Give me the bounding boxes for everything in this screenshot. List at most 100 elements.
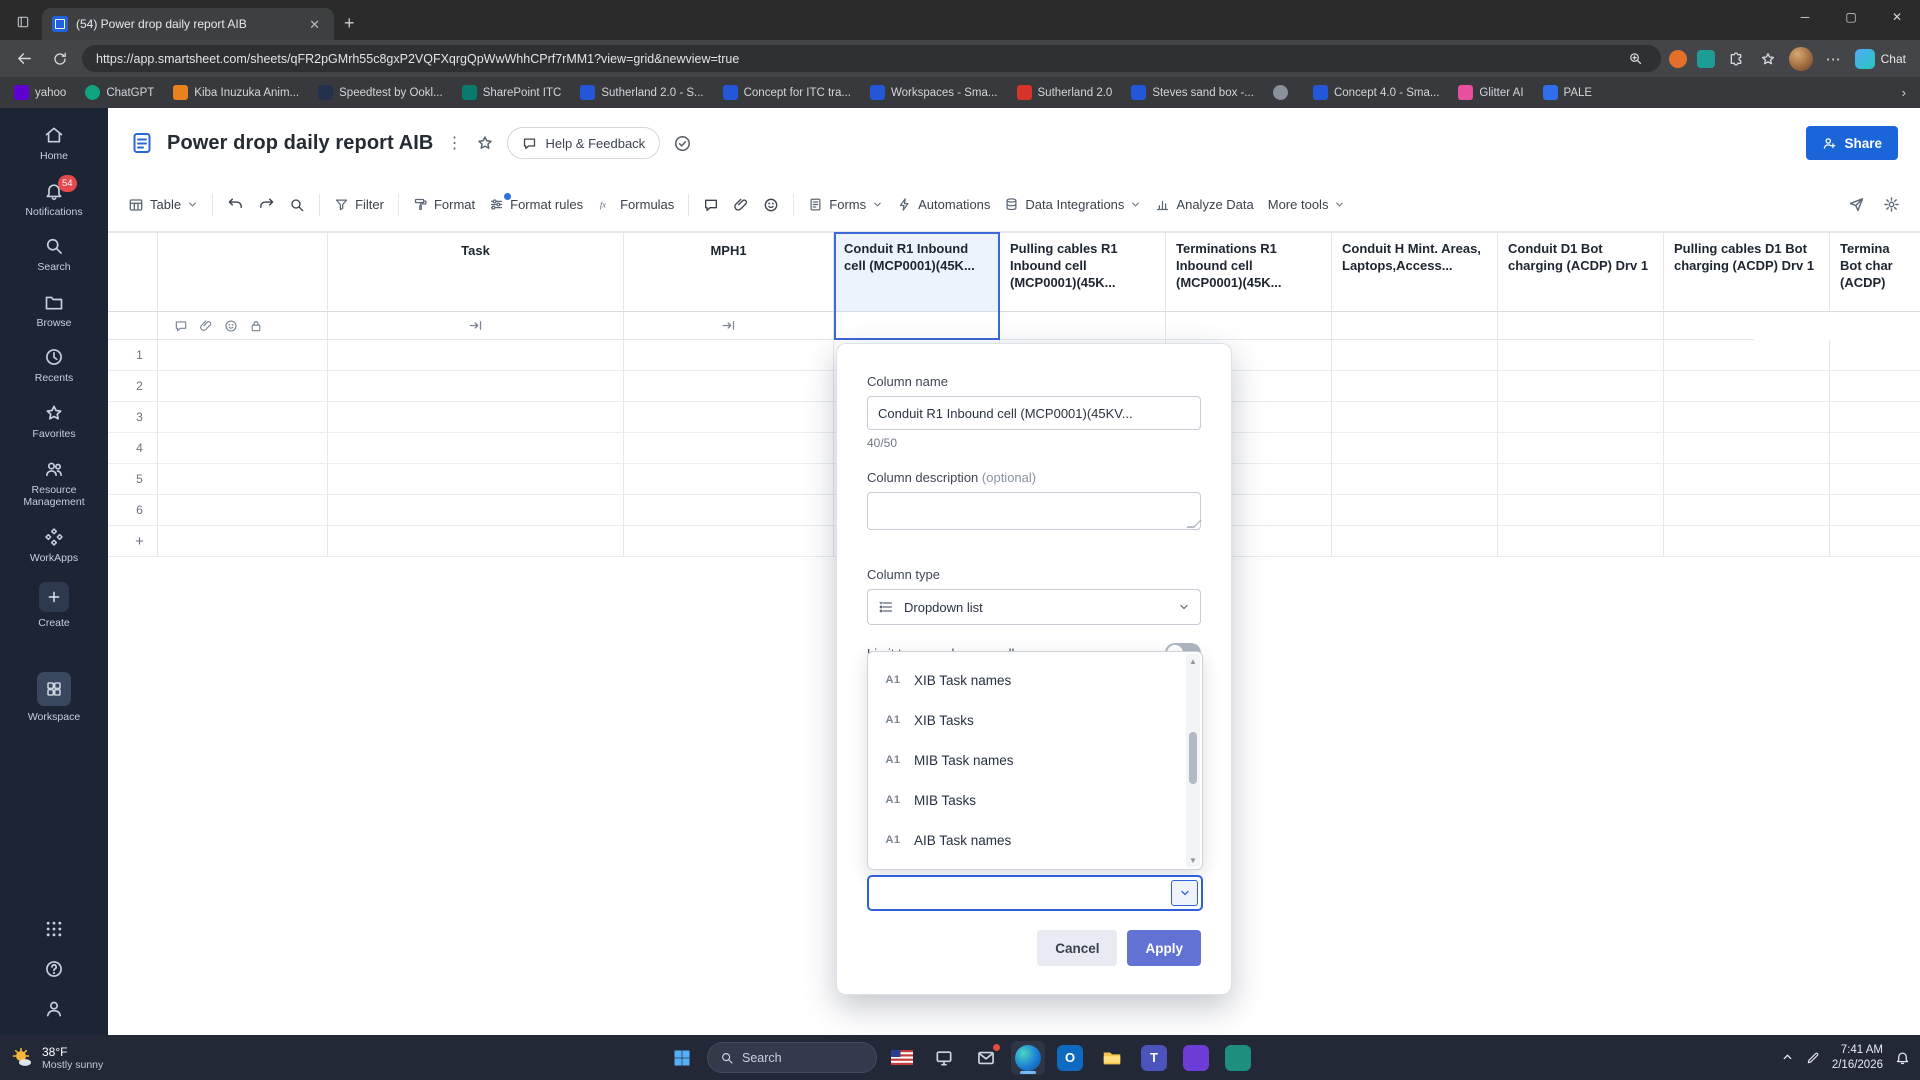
forms-button[interactable]: Forms: [808, 197, 883, 212]
outlook-app-icon[interactable]: O: [1053, 1041, 1087, 1075]
cell[interactable]: [1830, 464, 1920, 495]
app-icon-violet[interactable]: [1179, 1041, 1213, 1075]
bookmark-item[interactable]: yahoo: [14, 85, 66, 100]
cell[interactable]: [1664, 433, 1830, 464]
sidebar-item-recents[interactable]: Recents: [0, 338, 108, 394]
bookmark-item[interactable]: ChatGPT: [85, 85, 154, 100]
column-name-input[interactable]: [867, 396, 1201, 430]
sidebar-item-favorites[interactable]: Favorites: [0, 394, 108, 450]
dropdown-option[interactable]: A1 XIB Tasks: [868, 700, 1202, 740]
cell[interactable]: [158, 371, 328, 402]
values-combobox[interactable]: [867, 875, 1203, 911]
cell[interactable]: [1332, 371, 1498, 402]
dropdown-option[interactable]: A1 MIB Task names: [868, 740, 1202, 780]
taskbar-clock[interactable]: 7:41 AM 2/16/2026: [1832, 1043, 1883, 1073]
bookmark-item[interactable]: Workspaces - Sma...: [869, 85, 998, 100]
attachments-icon[interactable]: [733, 197, 749, 213]
extension-icon-1[interactable]: [1668, 49, 1687, 68]
bookmarks-overflow-icon[interactable]: ›: [1902, 85, 1906, 100]
cell[interactable]: [1498, 371, 1664, 402]
cell[interactable]: [158, 433, 328, 464]
window-minimize-button[interactable]: ─: [1782, 0, 1828, 34]
column-header-partial[interactable]: Termina Bot char (ACDP): [1830, 233, 1920, 312]
cell[interactable]: [1664, 526, 1830, 557]
cell[interactable]: [158, 464, 328, 495]
redo-icon[interactable]: [258, 196, 275, 213]
app-icon-teal[interactable]: [1221, 1041, 1255, 1075]
tray-chevron-up-icon[interactable]: [1781, 1051, 1794, 1064]
scroll-thumb[interactable]: [1189, 732, 1197, 784]
cell[interactable]: [1498, 464, 1664, 495]
cell[interactable]: [158, 526, 328, 557]
cell[interactable]: [328, 464, 624, 495]
column-type-select[interactable]: Dropdown list: [867, 589, 1201, 625]
start-button[interactable]: [665, 1041, 699, 1075]
gear-icon[interactable]: [1883, 196, 1900, 213]
cell[interactable]: [624, 495, 834, 526]
favorites-icon[interactable]: [1757, 48, 1779, 70]
cell[interactable]: [1830, 433, 1920, 464]
tab-workspaces-icon[interactable]: [10, 9, 36, 35]
column-header[interactable]: Terminations R1 Inbound cell (MCP0001)(4…: [1166, 233, 1332, 312]
browser-menu-icon[interactable]: ⋯: [1823, 48, 1845, 70]
undo-icon[interactable]: [227, 196, 244, 213]
proof-smiley-icon[interactable]: [224, 319, 238, 333]
cell[interactable]: [1498, 340, 1664, 371]
cell[interactable]: [624, 433, 834, 464]
cell[interactable]: [328, 495, 624, 526]
automations-button[interactable]: Automations: [897, 197, 990, 212]
column-header[interactable]: Conduit D1 Bot charging (ACDP) Drv 1: [1498, 233, 1664, 312]
cell[interactable]: [328, 526, 624, 557]
cell[interactable]: [1498, 495, 1664, 526]
more-tools-button[interactable]: More tools: [1268, 197, 1346, 212]
indicator-columns-header[interactable]: [158, 233, 328, 312]
taskbar-search[interactable]: Search: [707, 1042, 877, 1073]
profile-avatar[interactable]: [1788, 46, 1813, 71]
cell[interactable]: [328, 402, 624, 433]
cell[interactable]: [1332, 433, 1498, 464]
row-number[interactable]: 5: [122, 464, 158, 495]
sidebar-item-workspace[interactable]: Workspace: [0, 663, 108, 733]
column-type-icon-cell[interactable]: [624, 312, 834, 340]
comment-icon[interactable]: [174, 319, 188, 333]
cell[interactable]: [624, 402, 834, 433]
cell[interactable]: [624, 526, 834, 557]
cell[interactable]: [1664, 402, 1830, 433]
cell[interactable]: [1332, 526, 1498, 557]
sidebar-item-home[interactable]: Home: [0, 116, 108, 172]
copilot-chat-button[interactable]: Chat: [1854, 48, 1906, 69]
cell[interactable]: [624, 371, 834, 402]
row-number[interactable]: 6: [122, 495, 158, 526]
zoom-icon[interactable]: [1625, 48, 1647, 70]
extensions-puzzle-icon[interactable]: [1725, 48, 1747, 70]
cell[interactable]: [1498, 433, 1664, 464]
add-row-button[interactable]: +: [122, 526, 158, 557]
favorite-star-icon[interactable]: [476, 134, 494, 152]
back-icon[interactable]: [10, 45, 38, 73]
paperclip-icon[interactable]: [199, 319, 213, 333]
cell[interactable]: [1664, 464, 1830, 495]
sidebar-item-workapps[interactable]: WorkApps: [0, 518, 108, 574]
row-number-header[interactable]: [122, 233, 158, 312]
cell[interactable]: [624, 340, 834, 371]
cancel-button[interactable]: Cancel: [1037, 930, 1118, 966]
row-number[interactable]: 2: [122, 371, 158, 402]
bookmark-item[interactable]: SharePoint ITC: [461, 85, 561, 100]
search-icon[interactable]: [289, 197, 305, 213]
bookmark-item[interactable]: Speedtest by Ookl...: [318, 85, 443, 100]
column-description-input[interactable]: [867, 492, 1201, 530]
cell[interactable]: [1830, 402, 1920, 433]
row-number[interactable]: 3: [122, 402, 158, 433]
cell[interactable]: [624, 464, 834, 495]
data-integrations-button[interactable]: Data Integrations: [1004, 197, 1141, 212]
sheet-menu-icon[interactable]: ⋮: [446, 133, 463, 153]
bookmark-item[interactable]: Concept 4.0 - Sma...: [1312, 85, 1439, 100]
extension-icon-2[interactable]: [1696, 49, 1715, 68]
virtual-desktops-icon[interactable]: [927, 1041, 961, 1075]
cell[interactable]: [1830, 495, 1920, 526]
apply-button[interactable]: Apply: [1127, 930, 1201, 966]
bookmark-item[interactable]: Sutherland 2.0: [1016, 85, 1112, 100]
cell[interactable]: [1830, 371, 1920, 402]
column-header[interactable]: Pulling cables R1 Inbound cell (MCP0001)…: [1000, 233, 1166, 312]
cell[interactable]: [1332, 495, 1498, 526]
